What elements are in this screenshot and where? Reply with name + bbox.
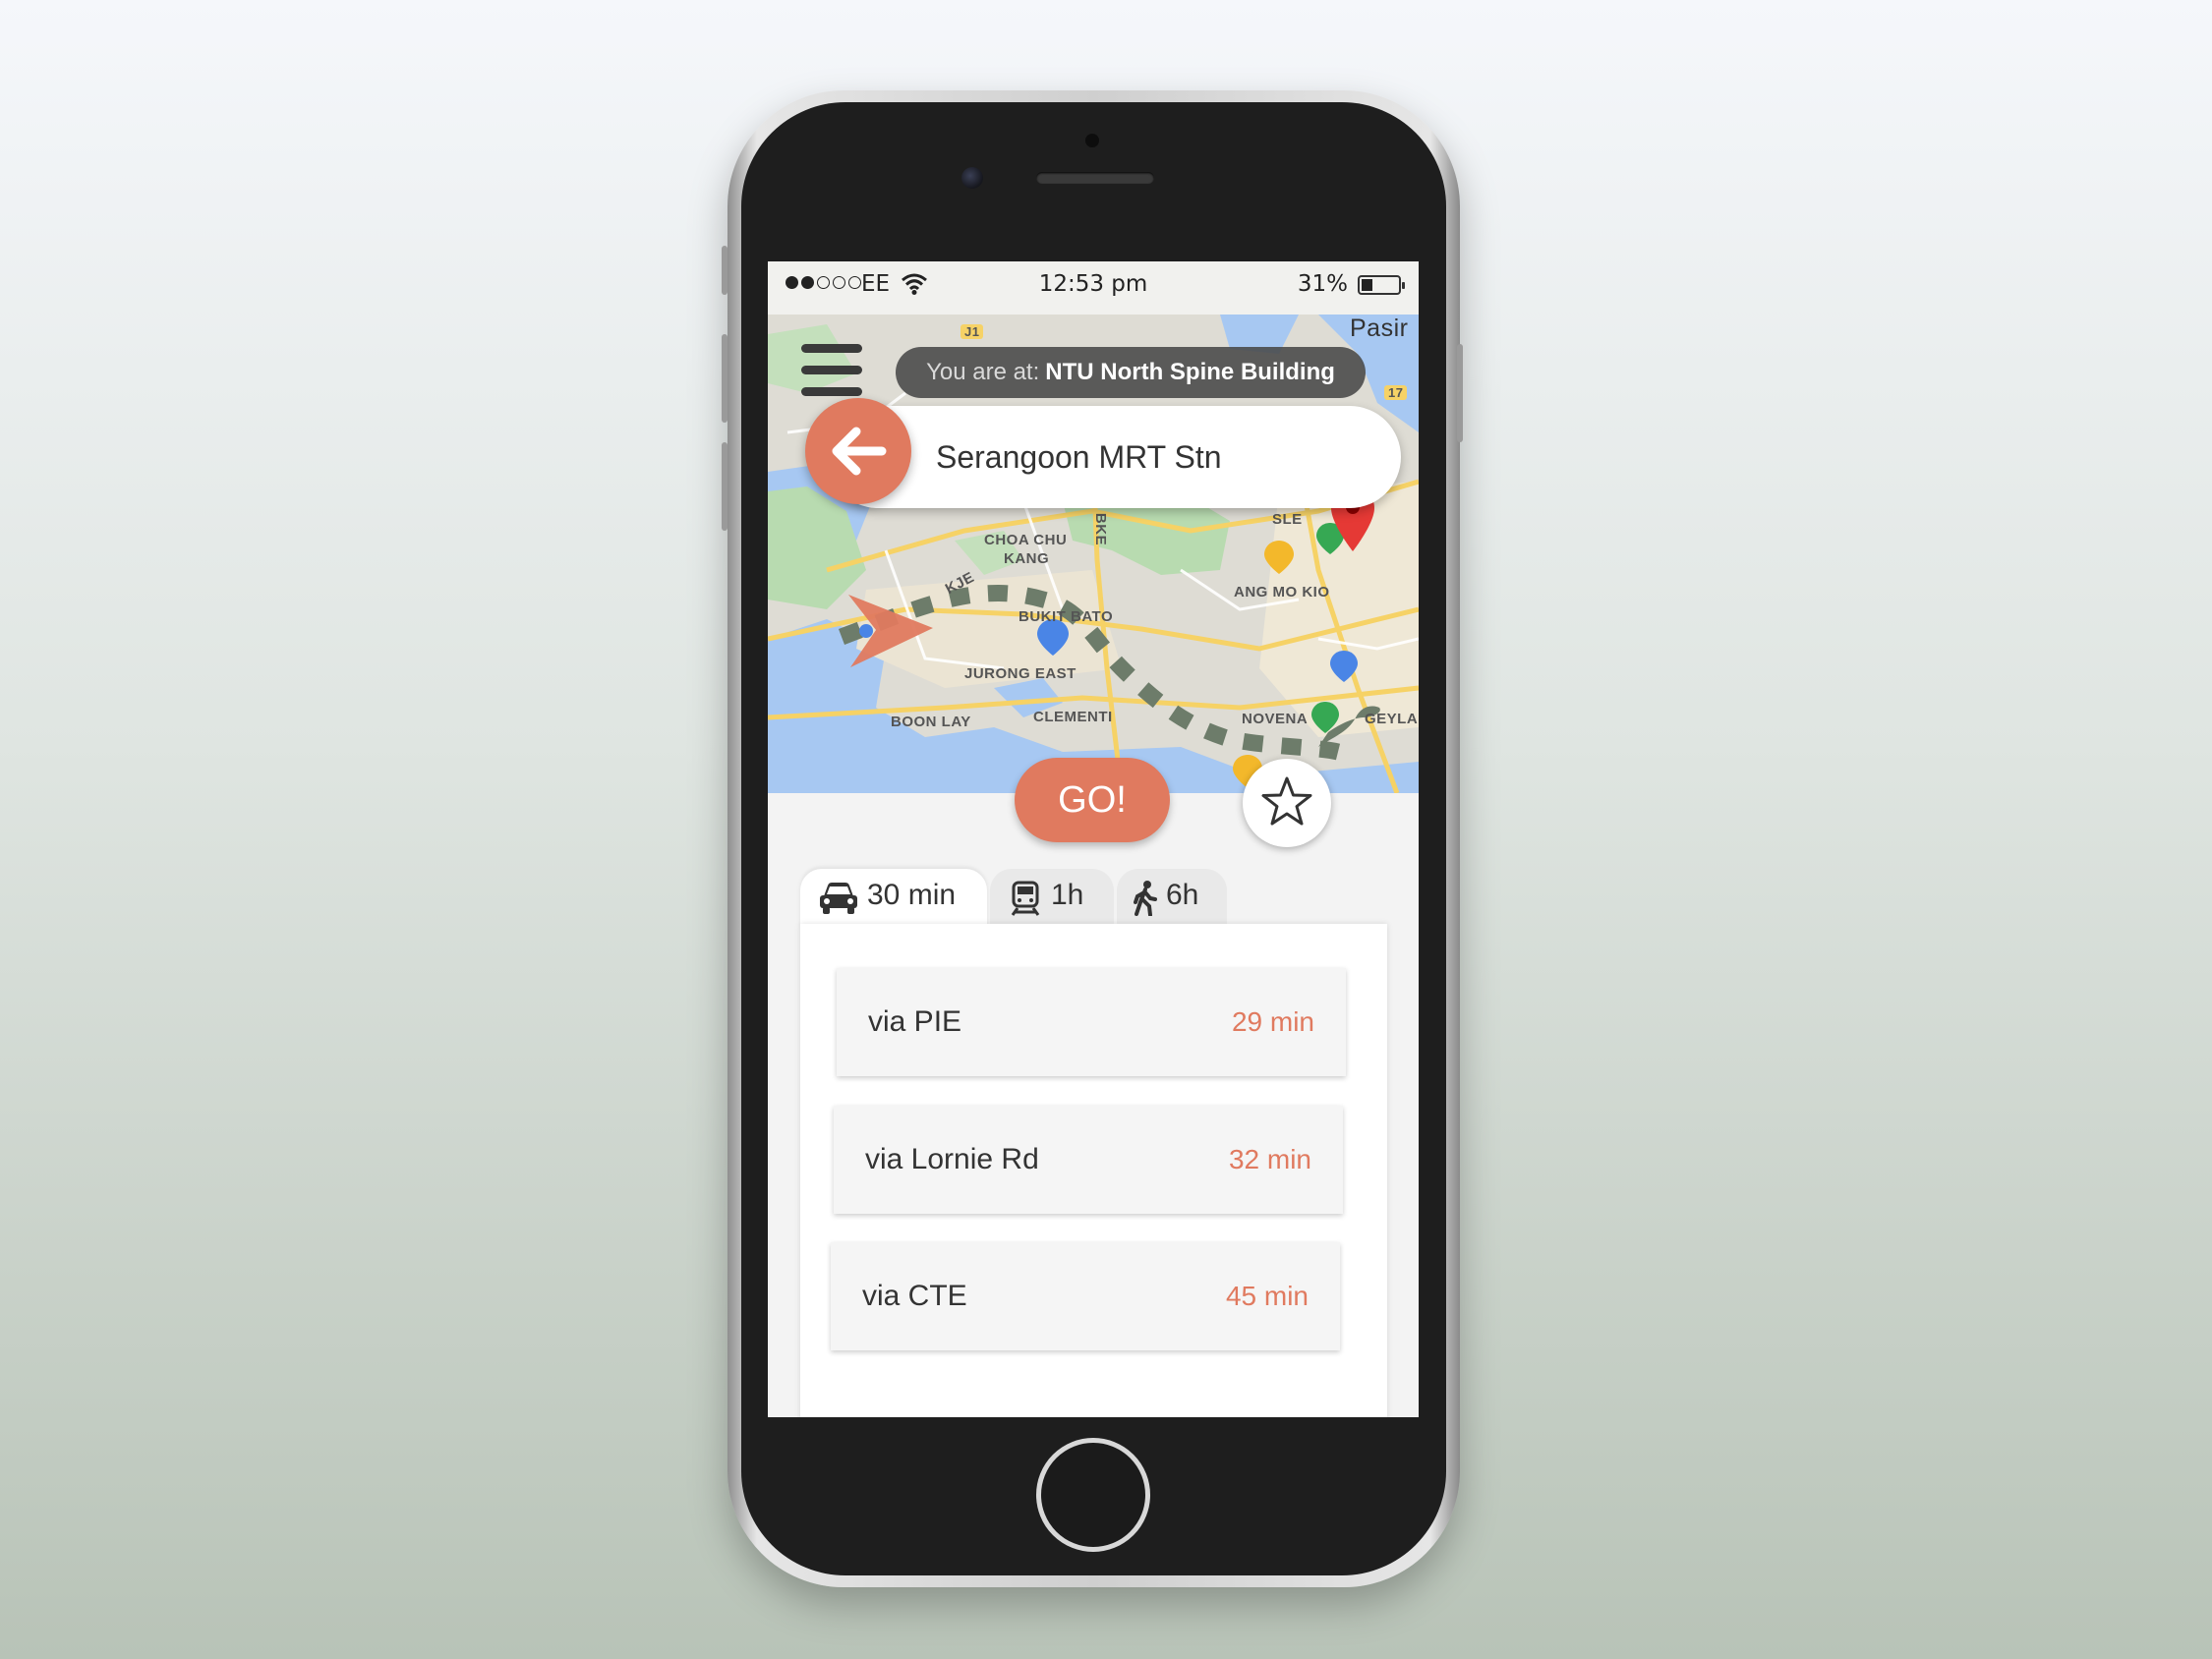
current-location-pill: You are at: NTU North Spine Building xyxy=(896,347,1366,398)
battery-percentage: 31% xyxy=(1297,271,1348,297)
tab-car-label: 30 min xyxy=(867,879,957,911)
map-label-pasir: Pasir xyxy=(1350,315,1409,342)
route-name: via Lornie Rd xyxy=(865,1143,1039,1175)
home-button[interactable] xyxy=(1036,1438,1150,1552)
car-icon xyxy=(818,881,859,924)
routes-panel: via PIE 29 min via Lornie Rd 32 min via … xyxy=(800,924,1387,1417)
current-location-arrow-icon xyxy=(848,595,933,667)
map-label-boon-lay: BOON LAY xyxy=(891,714,971,730)
star-icon xyxy=(1261,776,1312,826)
route-name: via PIE xyxy=(868,1005,962,1038)
map-label-geylang: GEYLA xyxy=(1365,711,1419,727)
route-option[interactable]: via CTE 45 min xyxy=(831,1242,1340,1350)
route-duration: 32 min xyxy=(1228,1144,1311,1174)
arrow-left-icon xyxy=(832,427,887,476)
walk-icon xyxy=(1133,881,1158,924)
route-option[interactable]: via Lornie Rd 32 min xyxy=(834,1106,1343,1214)
go-button[interactable]: GO! xyxy=(1015,758,1170,842)
battery-icon xyxy=(1358,275,1405,295)
map-label-bukit-batok: BUKIT BATO xyxy=(1019,608,1114,625)
route-option[interactable]: via PIE 29 min xyxy=(837,968,1346,1076)
tab-car[interactable]: 30 min xyxy=(800,869,987,928)
location-prefix: You are at: xyxy=(926,359,1040,385)
route-duration: 45 min xyxy=(1225,1281,1309,1311)
favorite-button[interactable] xyxy=(1243,759,1331,847)
location-name: NTU North Spine Building xyxy=(1045,359,1335,385)
front-camera xyxy=(961,167,983,189)
tab-train[interactable]: 1h xyxy=(990,869,1114,926)
map-label-novena: NOVENA xyxy=(1242,711,1309,727)
map-label-ang-mo-kio: ANG MO KIO xyxy=(1234,584,1330,601)
volume-up-button xyxy=(722,334,728,423)
map-label-clementi: CLEMENTI xyxy=(1033,709,1113,725)
earpiece-speaker xyxy=(1036,172,1154,184)
map-label-sle: SLE xyxy=(1272,511,1303,528)
map-label-bke: BKE xyxy=(1092,512,1110,546)
tab-train-label: 1h xyxy=(1051,879,1084,911)
map-label-j1: J1 xyxy=(960,324,984,339)
route-map[interactable]: Pasir CHOA CHU KANG BUKIT BATO JURONG EA… xyxy=(768,315,1419,793)
menu-button[interactable] xyxy=(801,344,862,399)
tab-walk[interactable]: 6h xyxy=(1117,869,1227,926)
route-duration: 29 min xyxy=(1231,1006,1314,1037)
train-icon xyxy=(1010,881,1041,924)
route-name: via CTE xyxy=(862,1280,967,1312)
destination-search-field[interactable]: Serangoon MRT Stn xyxy=(827,406,1401,508)
volume-down-button xyxy=(722,442,728,531)
map-label-17: 17 xyxy=(1384,385,1408,400)
app-screen: EE 12:53 pm 31% Pasir CHOA CHU KANG BUKI… xyxy=(768,261,1419,1417)
map-label-jurong-east: JURONG EAST xyxy=(964,665,1077,682)
mute-switch xyxy=(722,246,728,295)
map-label-kang: KANG xyxy=(1004,550,1050,567)
status-bar: EE 12:53 pm 31% xyxy=(768,261,1419,315)
power-button xyxy=(1457,344,1463,442)
proximity-sensor xyxy=(1085,134,1099,147)
tab-walk-label: 6h xyxy=(1166,879,1199,911)
back-button[interactable] xyxy=(805,398,911,504)
map-label-choa-chu-kang: CHOA CHU xyxy=(984,532,1068,548)
destination-text: Serangoon MRT Stn xyxy=(936,439,1222,475)
